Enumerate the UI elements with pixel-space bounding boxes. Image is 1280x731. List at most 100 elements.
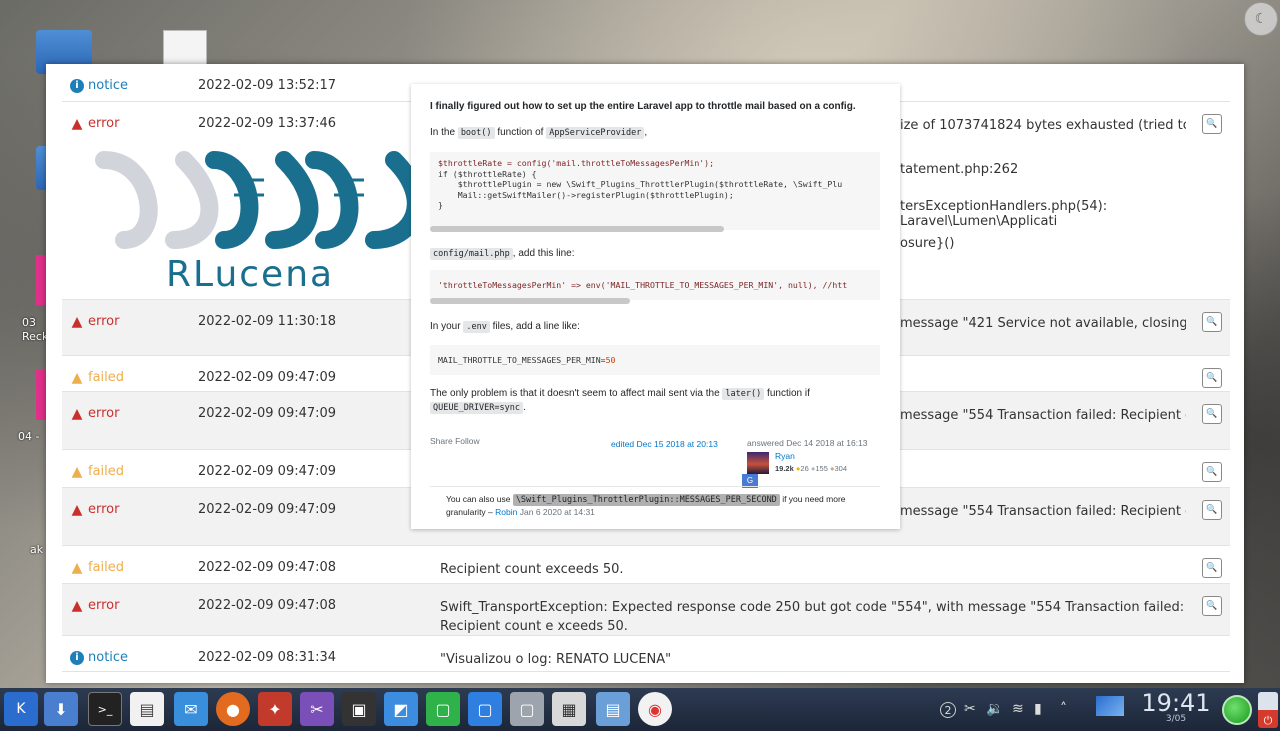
- view-details-button[interactable]: 🔍: [1202, 312, 1222, 332]
- log-level-label: failed: [88, 560, 125, 575]
- log-level-label: error: [88, 314, 120, 329]
- image-viewer-icon[interactable]: ◩: [384, 692, 418, 726]
- kde-menu-icon[interactable]: K: [4, 692, 38, 726]
- pink-file-icon[interactable]: [36, 255, 46, 305]
- view-details-button[interactable]: 🔍: [1202, 500, 1222, 520]
- firefox-icon[interactable]: ●: [216, 692, 250, 726]
- log-message: Recipient count exceeds 50.: [440, 562, 624, 577]
- desktop-label: ak: [30, 543, 44, 556]
- error-icon: ▲: [71, 597, 83, 614]
- log-date: 2022-02-09 09:47:09: [198, 370, 337, 385]
- log-date: 2022-02-09 13:37:46: [198, 116, 337, 131]
- log-level-label: notice: [88, 78, 129, 93]
- comment-user-link[interactable]: Robin: [495, 507, 517, 517]
- user-avatar[interactable]: [747, 452, 769, 474]
- share-link[interactable]: Share: [430, 436, 453, 446]
- log-message-continuation: tatement.php:262: [900, 162, 1019, 177]
- answer-step2: config/mail.php, add this line:: [430, 247, 880, 261]
- code-block-env: MAIL_THROTTLE_TO_MESSAGES_PER_MIN=50: [430, 345, 880, 375]
- tray-expand-icon[interactable]: ˄: [1060, 701, 1067, 717]
- spreadsheet-icon[interactable]: ▢: [426, 692, 460, 726]
- comment: You can also use \Swift_Plugins_Throttle…: [430, 486, 880, 524]
- view-details-button[interactable]: 🔍: [1202, 596, 1222, 616]
- log-date: 2022-02-09 13:52:17: [198, 78, 337, 93]
- file-manager-icon[interactable]: ▤: [596, 692, 630, 726]
- log-message: ize of 1073741824 bytes exhausted (tried…: [900, 118, 1186, 133]
- log-date: 2022-02-09 09:47:08: [198, 560, 337, 575]
- error-icon: ▲: [71, 115, 83, 132]
- log-date: 2022-02-09 09:47:09: [198, 464, 337, 479]
- wifi-icon[interactable]: ≋: [1012, 701, 1024, 717]
- writer-icon[interactable]: ▢: [468, 692, 502, 726]
- notification-badge[interactable]: 2: [940, 702, 956, 718]
- answer-heading: I finally figured out how to set up the …: [430, 101, 856, 112]
- error-icon: ▲: [71, 405, 83, 422]
- log-level: i notice: [70, 78, 128, 93]
- desktop-pager-icon[interactable]: [1096, 696, 1124, 716]
- info-icon: i: [70, 78, 84, 93]
- terminal-icon[interactable]: >_: [88, 692, 122, 726]
- log-date: 2022-02-09 11:30:18: [198, 314, 337, 329]
- chrome-icon[interactable]: ◉: [638, 692, 672, 726]
- view-details-button[interactable]: 🔍: [1202, 114, 1222, 134]
- calculator-icon[interactable]: ▦: [552, 692, 586, 726]
- log-message-continuation: tersExceptionHandlers.php(54): Laravel\L…: [900, 199, 1108, 229]
- view-details-button[interactable]: 🔍: [1202, 462, 1222, 482]
- log-row: ▲ error 2022-02-09 09:47:08 Swift_Transport…: [62, 584, 1230, 636]
- desktop-label: Reck: [22, 330, 49, 343]
- log-level: ▲ error: [70, 597, 120, 614]
- clipboard-scissors-icon[interactable]: ✂: [964, 701, 976, 717]
- view-details-button[interactable]: 🔍: [1202, 368, 1222, 388]
- log-row: i notice 2022-02-09 08:31:34 "Visualizou o …: [62, 636, 1230, 672]
- battery-icon[interactable]: ▮: [1034, 701, 1042, 717]
- desktop-label: 04 -: [18, 430, 40, 443]
- log-level-label: failed: [88, 464, 125, 479]
- calendar-icon[interactable]: ▤: [130, 692, 164, 726]
- log-message: message "554 Transaction failed: Recipie…: [900, 504, 1186, 519]
- log-level-label: failed: [88, 370, 125, 385]
- error-icon: ▲: [71, 313, 83, 330]
- log-date: 2022-02-09 09:47:08: [198, 598, 337, 613]
- log-level: ▲ error: [70, 405, 120, 422]
- clock[interactable]: 19:41 3/05: [1136, 688, 1216, 724]
- code-scrollbar[interactable]: [430, 298, 630, 304]
- volume-icon[interactable]: 🔉: [986, 701, 1003, 717]
- edited-timestamp-link[interactable]: edited Dec 15 2018 at 20:13: [611, 439, 718, 449]
- desktop-toolbox-button[interactable]: ☾: [1244, 2, 1278, 36]
- code-scrollbar[interactable]: [430, 226, 724, 232]
- warning-icon: ▲: [71, 369, 83, 386]
- follow-link[interactable]: Follow: [455, 436, 480, 446]
- info-icon: i: [70, 650, 84, 665]
- log-level: ▲ error: [70, 313, 120, 330]
- document-thumbnail-icon[interactable]: [163, 30, 207, 66]
- recorder-icon[interactable]: ✦: [258, 692, 292, 726]
- log-level: ▲ failed: [70, 463, 125, 480]
- user-reputation: 19.2k ●26 ●155 ●304: [775, 464, 848, 473]
- log-message: message "421 Service not available, clos…: [900, 316, 1186, 331]
- pink-file-icon[interactable]: [36, 370, 46, 420]
- log-date: 2022-02-09 08:31:34: [198, 650, 337, 665]
- log-level: ▲ failed: [70, 559, 125, 576]
- video-editor-icon[interactable]: ✂: [300, 692, 334, 726]
- view-details-button[interactable]: 🔍: [1202, 404, 1222, 424]
- log-level: ▲ error: [70, 115, 120, 132]
- warning-icon: ▲: [71, 559, 83, 576]
- log-level-label: error: [88, 116, 120, 131]
- taskbar: K ⬇ >_ ▤ ✉ ● ✦ ✂ ▣ ◩ ▢ ▢ ▢ ▦ ▤ ◉ 2 ✂ 🔉 ≋…: [0, 688, 1280, 731]
- power-icon[interactable]: ⏻: [1258, 692, 1278, 728]
- log-level-label: error: [88, 502, 120, 517]
- view-details-button[interactable]: 🔍: [1202, 558, 1222, 578]
- log-row: ▲ failed 2022-02-09 09:47:08 Recipient coun…: [62, 546, 1230, 584]
- log-level: i notice: [70, 650, 128, 665]
- media-player-icon[interactable]: ▣: [342, 692, 376, 726]
- log-message: "Visualizou o log: RENATO LUCENA": [440, 652, 672, 667]
- code-block-boot: $throttleRate = config('mail.throttleToM…: [430, 152, 880, 230]
- download-icon[interactable]: ⬇: [44, 692, 78, 726]
- mail-icon[interactable]: ✉: [174, 692, 208, 726]
- warning-icon: ▲: [71, 463, 83, 480]
- log-level-label: error: [88, 598, 120, 613]
- status-indicator-icon[interactable]: [1222, 695, 1252, 725]
- user-name-link[interactable]: Ryan: [775, 451, 795, 461]
- log-message: message "554 Transaction failed: Recipie…: [900, 408, 1186, 423]
- document-icon[interactable]: ▢: [510, 692, 544, 726]
